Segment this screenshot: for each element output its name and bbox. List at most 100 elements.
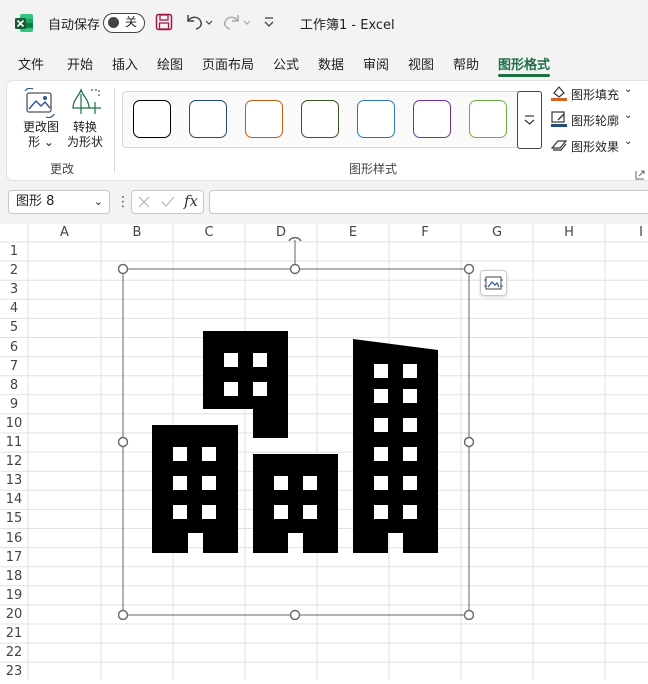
row-header-11[interactable]: 11: [0, 433, 28, 452]
graphic-fill-label: 图形填充: [571, 88, 620, 102]
excel-logo-icon: [14, 13, 34, 33]
convert-label-1: 转换: [72, 120, 97, 134]
name-box-value: 图形 8: [16, 194, 55, 209]
row-header-13[interactable]: 13: [0, 471, 28, 490]
ribbon-separator: [114, 88, 115, 173]
cancel-icon[interactable]: [137, 195, 151, 209]
style-swatch-5[interactable]: [357, 100, 395, 138]
autosave-label: 自动保存: [48, 18, 101, 33]
row-header-2[interactable]: 2: [0, 261, 28, 280]
row-header-3[interactable]: 3: [0, 280, 28, 299]
resize-handle-right[interactable]: [463, 436, 475, 448]
row-header-12[interactable]: 12: [0, 452, 28, 471]
redo-icon[interactable]: [222, 12, 252, 32]
city-buildings-icon: [152, 331, 438, 553]
fill-dropdown-icon: ⌄: [624, 84, 633, 95]
effects-dropdown-icon: ⌄: [624, 136, 633, 147]
toggle-knob: [108, 17, 119, 28]
convert-to-shape-button[interactable]: 转换 为形状: [64, 120, 106, 150]
tab-data[interactable]: 数据: [318, 54, 344, 73]
selected-graphic[interactable]: [117, 236, 475, 621]
row-header-19[interactable]: 19: [0, 586, 28, 605]
column-header-H[interactable]: H: [533, 224, 605, 242]
document-title: 工作簿1 - Excel: [300, 18, 395, 33]
column-header-A[interactable]: A: [28, 224, 101, 242]
tab-draw[interactable]: 绘图: [157, 54, 183, 73]
row-header-23[interactable]: 23: [0, 662, 28, 681]
outline-dropdown-icon: ⌄: [624, 110, 633, 121]
change-graphic-button[interactable]: 更改图 形 ⌄: [18, 120, 64, 150]
tab-formulas[interactable]: 公式: [273, 54, 299, 73]
outline-pen-icon: [551, 111, 567, 127]
enter-check-icon[interactable]: [160, 195, 176, 209]
row-header-21[interactable]: 21: [0, 624, 28, 643]
row-header-18[interactable]: 18: [0, 567, 28, 586]
resize-handle-bottom-left[interactable]: [117, 609, 129, 621]
row-header-10[interactable]: 10: [0, 414, 28, 433]
tab-graphics-format[interactable]: 图形格式: [498, 54, 550, 73]
insert-function-icon[interactable]: fx: [184, 192, 198, 210]
change-graphic-label-2: 形 ⌄: [28, 135, 54, 149]
undo-icon[interactable]: [184, 12, 214, 32]
customize-toolbar-icon[interactable]: [262, 14, 276, 30]
style-swatch-1[interactable]: [133, 100, 171, 138]
column-header-I[interactable]: I: [605, 224, 648, 242]
graphic-selection-frame: [117, 236, 475, 621]
resize-handle-bottom-right[interactable]: [463, 609, 475, 621]
row-header-4[interactable]: 4: [0, 299, 28, 318]
row-header-17[interactable]: 17: [0, 548, 28, 567]
gallery-expand-icon: [524, 115, 535, 125]
name-box-dropdown-icon[interactable]: ⌄: [94, 191, 103, 213]
row-header-7[interactable]: 7: [0, 357, 28, 376]
autosave-state: 关: [125, 15, 138, 29]
row-header-6[interactable]: 6: [0, 338, 28, 357]
graphic-effects-label: 图形效果: [571, 140, 620, 154]
save-icon[interactable]: [155, 13, 173, 31]
tab-file[interactable]: 文件: [18, 54, 44, 73]
change-graphic-label-1: 更改图: [22, 120, 59, 134]
resize-handle-bottom[interactable]: [289, 609, 301, 621]
fill-bucket-icon: [551, 86, 567, 101]
tab-review[interactable]: 审阅: [363, 54, 389, 73]
style-swatch-7[interactable]: [469, 100, 507, 138]
style-swatch-3[interactable]: [245, 100, 283, 138]
row-header-14[interactable]: 14: [0, 490, 28, 509]
convert-to-shape-icon[interactable]: [69, 86, 103, 118]
more-options-icon[interactable]: ⋮: [116, 193, 130, 211]
row-header-20[interactable]: 20: [0, 605, 28, 624]
resize-handle-left[interactable]: [117, 436, 129, 448]
style-swatch-2[interactable]: [189, 100, 227, 138]
row-header-8[interactable]: 8: [0, 376, 28, 395]
layout-options-icon: [484, 276, 503, 290]
style-swatch-6[interactable]: [413, 100, 451, 138]
graphic-outline-label: 图形轮廓: [571, 114, 620, 128]
tab-view[interactable]: 视图: [408, 54, 434, 73]
tab-insert[interactable]: 插入: [112, 54, 138, 73]
row-header-1[interactable]: 1: [0, 242, 28, 261]
change-graphic-icon[interactable]: [24, 87, 56, 119]
row-header-16[interactable]: 16: [0, 529, 28, 548]
resize-handle-top-right[interactable]: [463, 263, 475, 275]
resize-handle-top-left[interactable]: [117, 263, 129, 275]
name-box[interactable]: 图形 8 ⌄: [8, 190, 110, 214]
formula-input[interactable]: [209, 190, 648, 214]
formula-buttons: fx: [131, 190, 204, 214]
row-header-9[interactable]: 9: [0, 395, 28, 414]
group-label-graphic-styles: 图形样式: [349, 162, 398, 176]
resize-handle-top[interactable]: [289, 263, 301, 275]
style-swatch-4[interactable]: [301, 100, 339, 138]
tab-home[interactable]: 开始: [67, 54, 93, 73]
autosave-toggle[interactable]: 关: [103, 13, 145, 33]
ribbon-tabs: 文件 开始 插入 绘图 页面布局 公式 数据 审阅 视图 帮助 图形格式: [0, 46, 648, 78]
title-bar: 自动保存 关 工作簿1 - Excel: [0, 0, 648, 46]
row-header-22[interactable]: 22: [0, 643, 28, 662]
tab-help[interactable]: 帮助: [453, 54, 479, 73]
effects-icon: [550, 140, 568, 151]
convert-label-2: 为形状: [66, 135, 103, 149]
row-header-15[interactable]: 15: [0, 509, 28, 528]
layout-options-button[interactable]: [480, 270, 507, 296]
gallery-more-button[interactable]: [517, 91, 542, 149]
row-header-5[interactable]: 5: [0, 318, 28, 337]
dialog-launcher-icon[interactable]: [635, 165, 645, 180]
tab-page-layout[interactable]: 页面布局: [202, 54, 254, 73]
